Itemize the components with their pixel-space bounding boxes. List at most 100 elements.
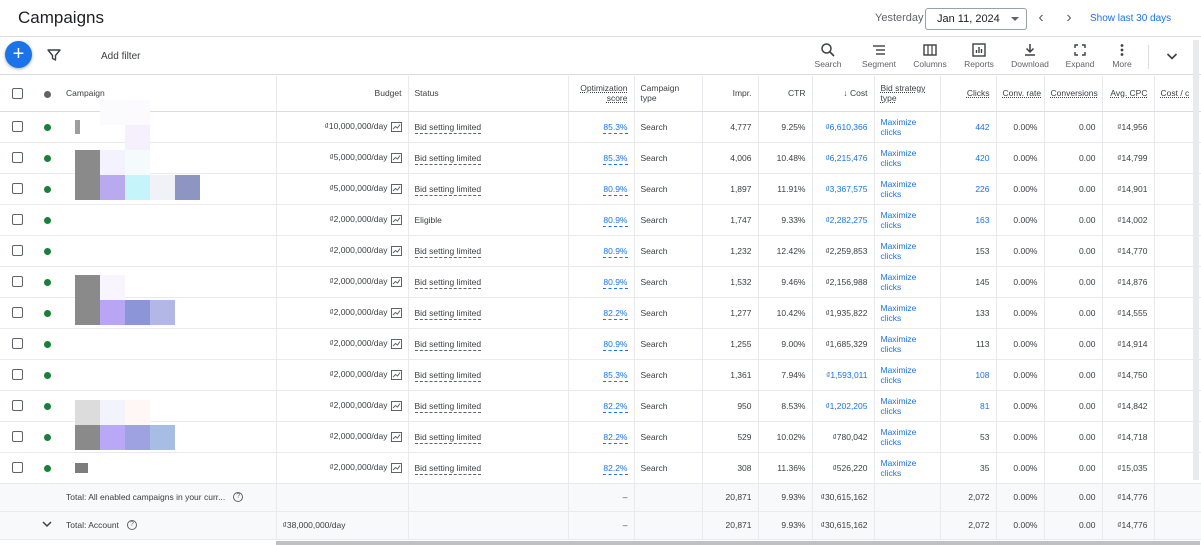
- row-checkbox[interactable]: [11, 214, 23, 226]
- toolbar-reports-button[interactable]: Reports: [961, 42, 997, 72]
- campaign-row[interactable]: ₫10,000,000/day Bid setting limited 85.3% S…: [0, 111, 1201, 143]
- cost-cell[interactable]: ₫1,593,011: [811, 359, 874, 391]
- campaign-row[interactable]: ₫2,000,000/day Eligible 80.9% Search 1,747 9.…: [0, 204, 1201, 236]
- row-checkbox[interactable]: [11, 245, 23, 257]
- campaign-name-cell[interactable]: [60, 359, 276, 391]
- toolbar-columns-button[interactable]: Columns: [910, 42, 950, 72]
- toolbar-expand-button[interactable]: Expand: [1063, 42, 1097, 72]
- row-checkbox[interactable]: [11, 338, 23, 350]
- row-checkbox[interactable]: [11, 431, 23, 443]
- col-header-conversions[interactable]: Conversions: [1043, 76, 1102, 112]
- row-checkbox[interactable]: [11, 307, 23, 319]
- bid-strategy-cell[interactable]: Maximize clicks: [873, 142, 940, 174]
- clicks-cell[interactable]: 163: [939, 204, 996, 236]
- cost-cell[interactable]: ₫1,202,205: [811, 390, 874, 422]
- bid-strategy-cell[interactable]: Maximize clicks: [873, 235, 940, 267]
- col-header-impr[interactable]: Impr.: [701, 76, 758, 112]
- chevron-left-icon[interactable]: ‹: [1032, 9, 1050, 27]
- enabled-status-dot-icon[interactable]: [43, 278, 51, 286]
- optimization-score-link[interactable]: 85.3%: [603, 152, 628, 165]
- chevron-down-icon[interactable]: [1164, 48, 1180, 64]
- campaign-name-cell[interactable]: [60, 452, 276, 484]
- enabled-status-dot-icon[interactable]: [43, 154, 51, 162]
- row-checkbox[interactable]: [11, 462, 23, 474]
- optimization-score-link[interactable]: 82.2%: [603, 307, 628, 320]
- bid-strategy-cell[interactable]: Maximize clicks: [873, 328, 940, 360]
- filter-icon[interactable]: [46, 47, 62, 63]
- status-text[interactable]: Bid setting limited: [414, 462, 482, 475]
- add-filter-button[interactable]: Add filter: [101, 51, 140, 62]
- status-text[interactable]: Bid setting limited: [414, 276, 482, 289]
- bid-strategy-cell[interactable]: Maximize clicks: [873, 173, 940, 205]
- clicks-cell[interactable]: 81: [939, 390, 996, 422]
- row-checkbox[interactable]: [11, 152, 23, 164]
- status-text[interactable]: Bid setting limited: [414, 431, 482, 444]
- status-text[interactable]: Bid setting limited: [414, 307, 482, 320]
- optimization-score-link[interactable]: 80.9%: [603, 338, 628, 351]
- campaign-name-cell[interactable]: [60, 111, 276, 143]
- vertical-scrollbar[interactable]: [1193, 40, 1199, 480]
- campaign-row[interactable]: ₫5,000,000/day Bid setting limited 85.3% Se…: [0, 142, 1201, 174]
- bid-strategy-cell[interactable]: Maximize clicks: [873, 390, 940, 422]
- campaign-row[interactable]: ₫2,000,000/day Bid setting limited 82.2% Se…: [0, 390, 1201, 422]
- col-header-optimization-score[interactable]: Optimization score: [567, 76, 634, 112]
- enabled-status-dot-icon[interactable]: [43, 309, 51, 317]
- optimization-score-link[interactable]: 85.3%: [603, 369, 628, 382]
- status-text[interactable]: Bid setting limited: [414, 245, 482, 258]
- campaign-row[interactable]: ₫2,000,000/day Bid setting limited 80.9% Se…: [0, 266, 1201, 298]
- clicks-cell[interactable]: 226: [939, 173, 996, 205]
- status-text[interactable]: Bid setting limited: [414, 369, 482, 382]
- select-all-checkbox[interactable]: [11, 87, 23, 99]
- row-checkbox[interactable]: [11, 121, 23, 133]
- enabled-status-dot-icon[interactable]: [43, 123, 51, 131]
- budget-trend-icon[interactable]: [390, 369, 402, 380]
- campaign-row[interactable]: ₫2,000,000/day Bid setting limited 80.9% Se…: [0, 235, 1201, 267]
- show-last-30-days-link[interactable]: Show last 30 days: [1090, 13, 1171, 24]
- col-header-campaign-type[interactable]: Campaign type: [633, 76, 702, 112]
- campaign-row[interactable]: ₫2,000,000/day Bid setting limited 80.9% Se…: [0, 328, 1201, 360]
- budget-trend-icon[interactable]: [390, 245, 402, 256]
- optimization-score-link[interactable]: 82.2%: [603, 431, 628, 444]
- cost-cell[interactable]: ₫2,282,275: [811, 204, 874, 236]
- horizontal-scrollbar[interactable]: [276, 541, 1200, 545]
- optimization-score-link[interactable]: 80.9%: [603, 276, 628, 289]
- col-header-budget[interactable]: Budget: [275, 76, 408, 112]
- budget-trend-icon[interactable]: [390, 338, 402, 349]
- enabled-status-dot-icon[interactable]: [43, 371, 51, 379]
- row-checkbox[interactable]: [11, 183, 23, 195]
- bid-strategy-cell[interactable]: Maximize clicks: [873, 266, 940, 298]
- help-icon[interactable]: ?: [126, 520, 137, 531]
- col-header-status[interactable]: Status: [407, 76, 568, 112]
- chevron-down-icon[interactable]: [41, 518, 53, 530]
- budget-trend-icon[interactable]: [390, 183, 402, 194]
- clicks-cell[interactable]: 420: [939, 142, 996, 174]
- optimization-score-link[interactable]: 80.9%: [603, 183, 628, 196]
- enabled-status-dot-icon[interactable]: [43, 402, 51, 410]
- campaign-row[interactable]: ₫2,000,000/day Bid setting limited 82.2% Se…: [0, 297, 1201, 329]
- toolbar-segment-button[interactable]: Segment: [860, 42, 898, 72]
- budget-trend-icon[interactable]: [390, 400, 402, 411]
- toolbar-download-button[interactable]: Download: [1008, 42, 1052, 72]
- chevron-right-icon[interactable]: ›: [1060, 9, 1078, 27]
- enabled-status-dot-icon[interactable]: [43, 340, 51, 348]
- campaign-row[interactable]: ₫2,000,000/day Bid setting limited 82.2% Se…: [0, 421, 1201, 453]
- status-text[interactable]: Bid setting limited: [414, 183, 482, 196]
- bid-strategy-cell[interactable]: Maximize clicks: [873, 204, 940, 236]
- cost-cell[interactable]: ₫6,610,366: [811, 111, 874, 143]
- budget-trend-icon[interactable]: [390, 462, 402, 473]
- date-range-picker[interactable]: Jan 11, 2024: [925, 8, 1027, 30]
- budget-trend-icon[interactable]: [390, 276, 402, 287]
- budget-trend-icon[interactable]: [390, 307, 402, 318]
- toolbar-search-button[interactable]: Search: [812, 42, 844, 72]
- status-dot-icon[interactable]: [43, 90, 51, 98]
- col-header-ctr[interactable]: CTR: [757, 76, 812, 112]
- clicks-cell[interactable]: 442: [939, 111, 996, 143]
- enabled-status-dot-icon[interactable]: [43, 464, 51, 472]
- budget-trend-icon[interactable]: [390, 121, 402, 132]
- help-icon[interactable]: ?: [233, 492, 244, 503]
- budget-trend-icon[interactable]: [390, 431, 402, 442]
- optimization-score-link[interactable]: 85.3%: [603, 121, 628, 134]
- row-checkbox[interactable]: [11, 276, 23, 288]
- bid-strategy-cell[interactable]: Maximize clicks: [873, 111, 940, 143]
- toolbar-more-button[interactable]: More: [1108, 42, 1136, 72]
